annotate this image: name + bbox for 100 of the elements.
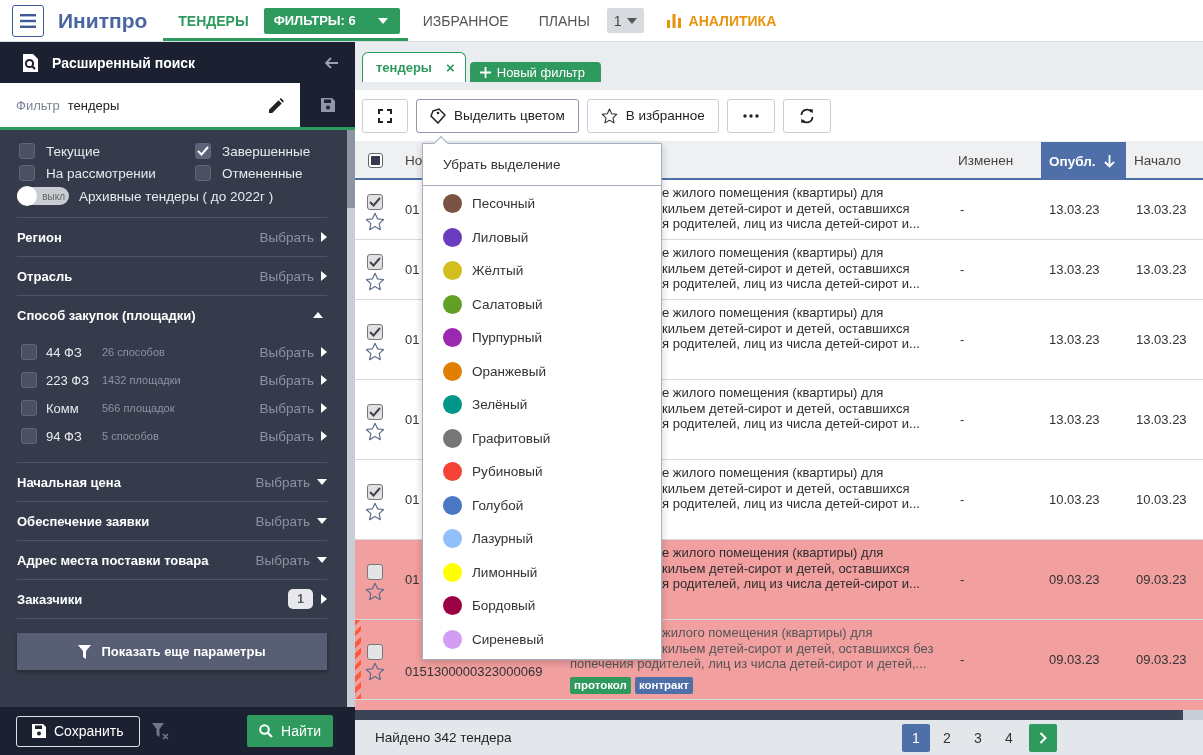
add-favorite-button[interactable]: В избранное [586,98,719,133]
menu-button[interactable] [12,4,44,37]
star-icon[interactable] [365,582,385,601]
start-date: 10.03.23 [1136,492,1187,507]
save-filter-button[interactable] [300,83,355,127]
nav-tab[interactable]: ПЛАНЫ [523,0,605,41]
row-checkbox[interactable] [367,194,383,210]
published-date: 13.03.23 [1049,262,1100,277]
caret-icon [317,518,327,524]
star-icon[interactable] [365,272,385,291]
status-tag: контракт [634,676,693,694]
changed-date: - [960,492,965,507]
archive-toggle[interactable]: выкл [17,187,69,205]
subject-text[interactable]: попечения родителей, лиц из числа детей-сирот и детей,... [570,656,927,672]
law-checkbox[interactable] [21,428,37,444]
page-button[interactable]: 1 [902,723,930,752]
caret-icon [321,431,327,441]
star-icon[interactable] [365,212,385,231]
scrollbar[interactable] [347,130,355,707]
choose-link[interactable]: Выбрать [255,513,327,529]
horizontal-scrollbar[interactable] [355,710,1203,720]
changed-date: - [960,572,965,587]
caret-icon [317,479,327,485]
save-button[interactable]: Сохранить [16,715,140,747]
filter-name-field[interactable]: Фильтр тендеры [0,83,300,127]
bar-chart-icon [665,13,682,28]
law-checkbox[interactable] [21,400,37,416]
select-all-checkbox[interactable] [367,152,383,168]
color-option[interactable]: Жёлтый [423,254,661,288]
caret-icon [317,557,327,563]
page-button[interactable]: 3 [964,723,992,752]
caret-icon [377,17,388,24]
row-checkbox[interactable] [367,254,383,270]
color-option[interactable]: Лимонный [423,555,661,589]
color-option[interactable]: Голубой [423,488,661,522]
fullscreen-button[interactable] [362,98,408,133]
caret-icon[interactable] [321,594,327,604]
search-document-icon [22,53,38,72]
choose-link[interactable]: Выбрать [259,372,327,388]
refresh-icon [798,107,815,124]
status-checkbox[interactable] [195,143,211,159]
status-tag: протокол [570,676,631,694]
choose-link[interactable]: Выбрать [259,428,327,444]
row-checkbox[interactable] [367,484,383,500]
star-icon[interactable] [365,342,385,361]
close-tab-button[interactable]: × [446,59,455,76]
more-parameters-button[interactable]: Показать еще параметры [17,633,327,670]
save-icon [32,724,46,738]
highlight-color-button[interactable]: Выделить цветом [416,98,579,133]
star-icon[interactable] [365,422,385,441]
status-label: Отмененные [222,165,303,181]
column-header[interactable]: Изменен [958,152,1014,168]
remove-highlight-item[interactable]: Убрать выделение [423,144,661,186]
choose-link[interactable]: Выбрать [255,474,327,490]
row-checkbox[interactable] [367,324,383,340]
tender-number: 0151300000323000069 [405,664,543,679]
caret-icon [321,403,327,413]
row-checkbox[interactable] [367,644,383,660]
status-checkbox[interactable] [19,143,35,159]
find-button[interactable]: Найти [247,715,333,747]
choose-link[interactable]: Выбрать [259,268,327,284]
next-page-button[interactable] [1029,723,1057,752]
color-option[interactable]: Сиреневый [423,622,661,656]
menu-icon [20,13,36,28]
page-button[interactable]: 2 [933,723,961,752]
filters-dropdown[interactable]: ФИЛЬТРЫ: 6 [263,7,400,34]
color-option[interactable]: Пурпурный [423,321,661,355]
column-header[interactable]: Начало [1134,152,1182,168]
more-button[interactable] [726,98,775,133]
color-option[interactable]: Зелёный [423,388,661,422]
star-icon[interactable] [365,662,385,681]
choose-link[interactable]: Выбрать [259,400,327,416]
edit-icon[interactable] [269,97,284,113]
plans-select[interactable]: 1 [606,8,644,33]
row-checkbox[interactable] [367,564,383,580]
published-date: 13.03.23 [1049,412,1100,427]
choose-link[interactable]: Выбрать [255,552,327,568]
start-date: 09.03.23 [1136,572,1187,587]
caret-icon [321,375,327,385]
clear-filter-icon[interactable] [151,722,170,740]
page-button[interactable]: 4 [995,723,1023,752]
save-icon [320,98,335,112]
row-checkbox[interactable] [367,404,383,420]
new-filter-tab[interactable]: Новый фильтр [469,62,601,82]
column-header[interactable]: Но [405,152,423,168]
color-option[interactable]: Бордовый [423,589,661,623]
back-arrow-icon[interactable] [325,56,339,69]
choose-link[interactable]: Выбрать [259,229,327,245]
choose-link[interactable]: Выбрать [259,344,327,360]
filter-tab[interactable]: тендеры × [362,52,466,82]
refresh-button[interactable] [782,98,831,133]
status-checkbox[interactable] [195,165,211,181]
law-checkbox[interactable] [21,372,37,388]
law-checkbox[interactable] [21,344,37,360]
color-option[interactable]: Песочный [423,187,661,221]
star-icon[interactable] [365,502,385,521]
nav-tab[interactable]: ИЗБРАННОЕ [407,0,524,41]
status-checkbox[interactable] [19,165,35,181]
section-title: Адрес места поставки товара [17,552,209,568]
color-option[interactable]: Графитовый [423,421,661,455]
